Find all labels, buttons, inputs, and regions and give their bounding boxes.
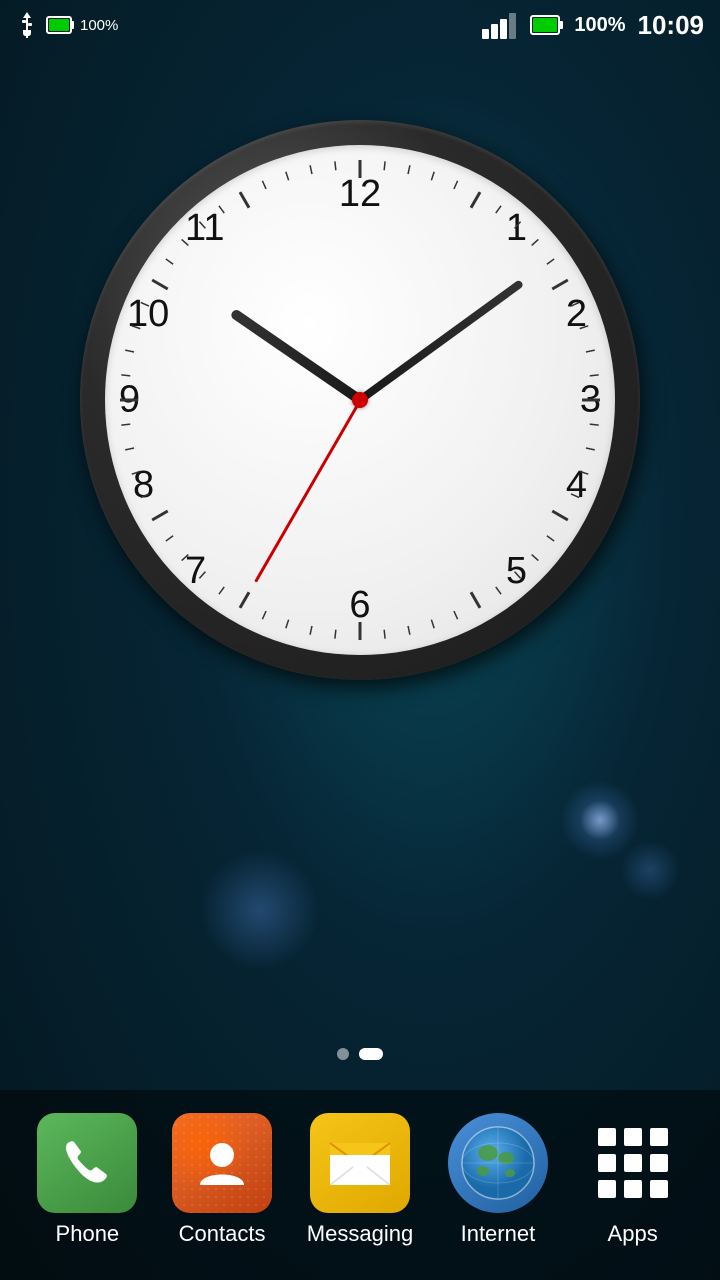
apps-dot-1 xyxy=(598,1128,616,1146)
apps-dot-3 xyxy=(650,1128,668,1146)
dock: Phone Contacts Mes xyxy=(0,1090,720,1280)
page-indicator xyxy=(337,1048,383,1060)
apps-dot-9 xyxy=(650,1180,668,1198)
small-battery-icon xyxy=(46,14,76,36)
apps-grid xyxy=(588,1118,678,1208)
contacts-label: Contacts xyxy=(179,1221,266,1247)
phone-svg xyxy=(58,1134,116,1192)
dock-item-messaging[interactable]: Messaging xyxy=(307,1113,413,1247)
phone-label: Phone xyxy=(56,1221,120,1247)
clock-face: 12 1 2 3 4 5 6 7 8 9 10 11 xyxy=(105,145,615,655)
apps-dot-6 xyxy=(650,1154,668,1172)
page-dot-1 xyxy=(337,1048,349,1060)
dock-item-apps[interactable]: Apps xyxy=(583,1113,683,1247)
apps-icon xyxy=(583,1113,683,1213)
dock-item-phone[interactable]: Phone xyxy=(37,1113,137,1247)
messaging-svg xyxy=(325,1133,395,1193)
clock-widget: 12 1 2 3 4 5 6 7 8 9 10 11 xyxy=(80,120,640,680)
contacts-icon xyxy=(172,1113,272,1213)
messaging-label: Messaging xyxy=(307,1221,413,1247)
apps-dot-4 xyxy=(598,1154,616,1172)
status-left: 100% xyxy=(16,10,118,40)
messaging-icon xyxy=(310,1113,410,1213)
dock-item-contacts[interactable]: Contacts xyxy=(172,1113,272,1247)
phone-icon xyxy=(37,1113,137,1213)
battery-percent-small: 100% xyxy=(80,17,118,34)
battery-percent: 100% xyxy=(574,14,625,37)
dock-item-internet[interactable]: Internet xyxy=(448,1113,548,1247)
globe-svg xyxy=(458,1123,538,1203)
apps-dot-2 xyxy=(624,1128,642,1146)
page-dot-2 xyxy=(359,1048,383,1060)
status-bar: 100% 100% 10:09 xyxy=(0,0,720,50)
apps-dot-7 xyxy=(598,1180,616,1198)
center-dot xyxy=(352,392,368,408)
battery-full-icon xyxy=(530,13,566,37)
usb-icon xyxy=(16,10,38,40)
internet-label: Internet xyxy=(461,1221,536,1247)
clock-outer: 12 1 2 3 4 5 6 7 8 9 10 11 xyxy=(80,120,640,680)
apps-label: Apps xyxy=(608,1221,658,1247)
status-right: 100% 10:09 xyxy=(482,10,704,41)
apps-dot-8 xyxy=(624,1180,642,1198)
time-display: 10:09 xyxy=(638,10,705,41)
signal-icon xyxy=(482,11,522,39)
apps-dot-5 xyxy=(624,1154,642,1172)
internet-icon xyxy=(448,1113,548,1213)
